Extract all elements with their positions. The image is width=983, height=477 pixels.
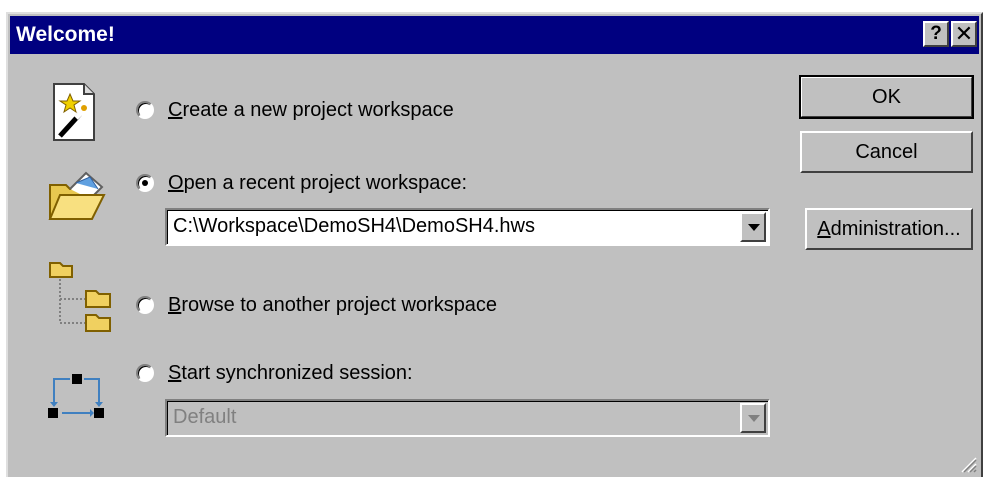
option-label-browse: Browse to another project workspace <box>168 293 498 316</box>
recent-workspace-dropdown-arrow[interactable] <box>740 212 766 242</box>
option-label-sync: Start synchronized session: <box>168 361 413 384</box>
open-folder-icon <box>48 171 106 220</box>
window-title: Welcome! <box>16 23 115 46</box>
folder-tree-icon <box>49 262 111 332</box>
title-bar[interactable]: Welcome! ? ✕ <box>10 16 979 54</box>
administration-button[interactable]: Administration... <box>805 208 973 250</box>
new-project-wizard-icon <box>53 83 95 141</box>
radio-button-open-recent[interactable] <box>136 174 154 192</box>
cancel-button[interactable]: Cancel <box>800 131 973 173</box>
option-label-create: Create a new project workspace <box>168 98 454 121</box>
radio-button-create[interactable] <box>136 101 154 119</box>
sync-session-value: Default <box>173 406 237 428</box>
help-button[interactable]: ? <box>923 21 949 47</box>
radio-browse-workspace[interactable]: Browse to another project workspace <box>136 289 497 321</box>
radio-button-browse[interactable] <box>136 296 154 314</box>
sync-session-dropdown-arrow[interactable] <box>740 403 766 433</box>
synchronized-session-icon <box>48 374 104 418</box>
radio-start-synchronized-session[interactable]: Start synchronized session: <box>136 357 413 389</box>
radio-button-sync[interactable] <box>136 364 154 382</box>
radio-create-new-workspace[interactable]: Create a new project workspace <box>136 94 454 126</box>
recent-workspace-value: C:\Workspace\DemoSH4\DemoSH4.hws <box>173 215 535 237</box>
option-label-open-recent: Open a recent project workspace: <box>168 171 468 194</box>
recent-workspace-combobox[interactable]: C:\Workspace\DemoSH4\DemoSH4.hws <box>165 208 770 246</box>
ok-button[interactable]: OK <box>799 75 974 119</box>
radio-open-recent-workspace[interactable]: Open a recent project workspace: <box>136 167 467 199</box>
resize-grip-icon[interactable] <box>959 455 977 473</box>
close-button[interactable]: ✕ <box>951 21 977 47</box>
sync-session-combobox[interactable]: Default <box>165 399 770 437</box>
welcome-dialog: Welcome! ? ✕ Create a new project worksp… <box>6 12 983 477</box>
